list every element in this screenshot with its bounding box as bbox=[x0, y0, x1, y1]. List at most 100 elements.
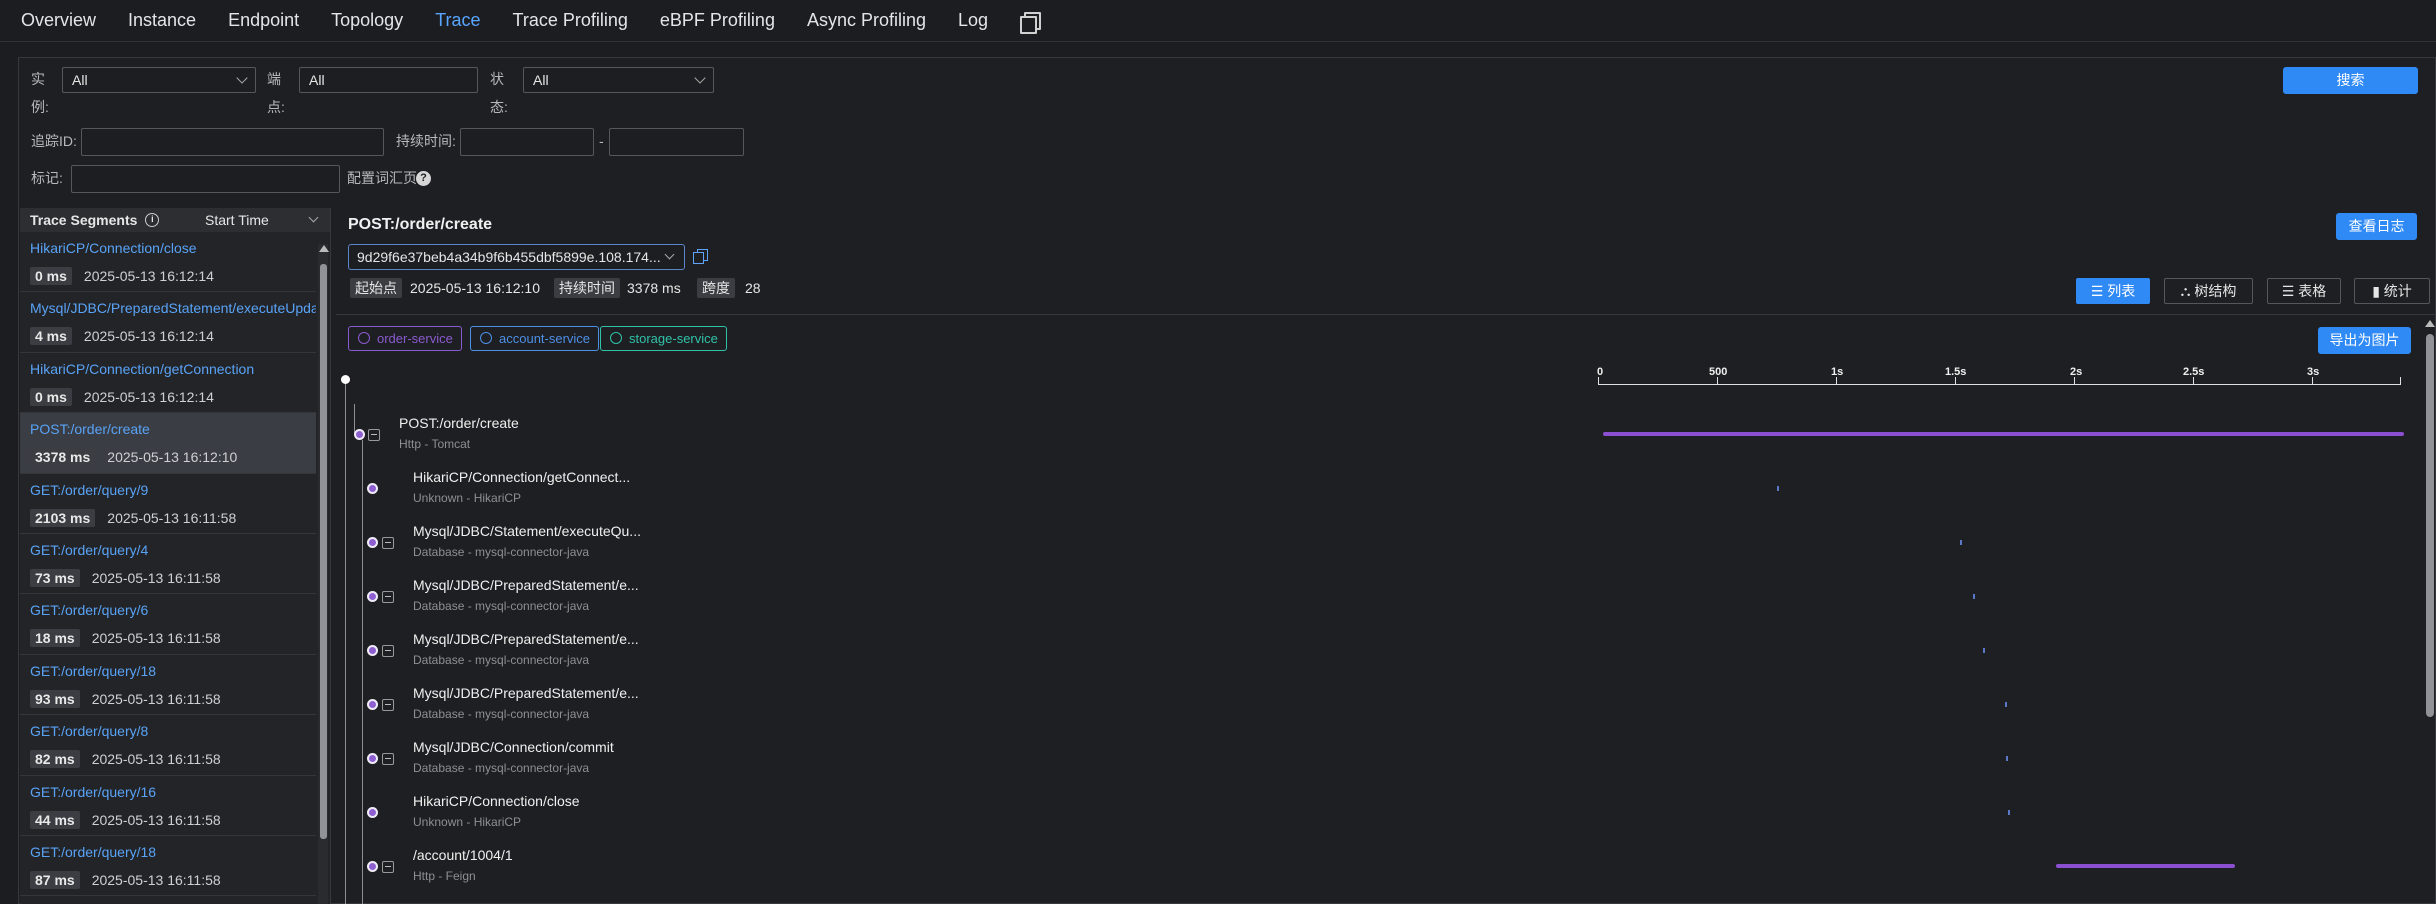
collapse-icon[interactable] bbox=[382, 645, 394, 657]
instance-select[interactable]: All bbox=[62, 67, 256, 93]
config-vocabulary-label[interactable]: 配置词汇页 bbox=[347, 165, 417, 192]
chevron-down-icon bbox=[694, 72, 706, 84]
copy-icon[interactable] bbox=[693, 249, 708, 264]
duration-min-input[interactable] bbox=[460, 128, 594, 156]
segment-time: 2025-05-13 16:11:58 bbox=[91, 569, 221, 586]
segment-time: 2025-05-13 16:12:14 bbox=[83, 388, 214, 405]
list-item[interactable]: GET:/order/query/4 73 ms 2025-05-13 16:11… bbox=[20, 534, 316, 595]
span-name[interactable]: Mysql/JDBC/Statement/executeQu... bbox=[413, 523, 641, 539]
view-tree-button[interactable]: ⛬ 树结构 bbox=[2164, 278, 2253, 304]
duration-max-input[interactable] bbox=[609, 128, 744, 156]
segment-name[interactable]: GET:/order/query/4 bbox=[30, 542, 316, 558]
detail-scrollbar[interactable] bbox=[2424, 320, 2436, 904]
collapse-icon[interactable] bbox=[382, 699, 394, 711]
tags-input[interactable] bbox=[71, 165, 340, 193]
tab-overview[interactable]: Overview bbox=[21, 10, 96, 31]
tab-ebpf-profiling[interactable]: eBPF Profiling bbox=[660, 10, 775, 31]
sort-select[interactable]: Start Time bbox=[205, 212, 269, 228]
list-item[interactable]: HikariCP/Connection/getConnection 0 ms 20… bbox=[20, 353, 316, 414]
scroll-thumb[interactable] bbox=[320, 264, 327, 839]
status-select[interactable]: All bbox=[523, 67, 714, 93]
list-item[interactable]: GET:/order/query/16 44 ms 2025-05-13 16:1… bbox=[20, 776, 316, 836]
endpoint-input[interactable]: All bbox=[299, 67, 478, 93]
tab-instance[interactable]: Instance bbox=[128, 10, 196, 31]
segment-name[interactable]: GET:/order/query/9 bbox=[30, 482, 316, 498]
duration-value: 3378 ms bbox=[627, 280, 681, 296]
span-dot bbox=[367, 753, 378, 764]
list-item[interactable]: GET:/order/query/8 82 ms 2025-05-13 16:11… bbox=[20, 715, 316, 776]
segment-name[interactable]: HikariCP/Connection/close bbox=[30, 240, 316, 256]
list-item[interactable]: POST:/order/create 3378 ms 2025-05-13 16:… bbox=[20, 413, 316, 474]
segment-name[interactable]: GET:/order/query/8 bbox=[30, 723, 316, 739]
tab-trace-profiling[interactable]: Trace Profiling bbox=[513, 10, 628, 31]
collapse-icon[interactable] bbox=[382, 861, 394, 873]
tab-endpoint[interactable]: Endpoint bbox=[228, 10, 299, 31]
segment-name[interactable]: GET:/order/query/18 bbox=[30, 663, 316, 679]
copy-icon[interactable] bbox=[1020, 11, 1042, 34]
circle-icon bbox=[358, 332, 370, 344]
axis-tick bbox=[2074, 377, 2075, 385]
list-item[interactable]: GET:/order/query/18 93 ms 2025-05-13 16:1… bbox=[20, 655, 316, 716]
span-name[interactable]: Mysql/JDBC/PreparedStatement/e... bbox=[413, 577, 639, 593]
view-stats-button[interactable]: ▮ 统计 bbox=[2354, 278, 2430, 304]
span-dot bbox=[367, 861, 378, 872]
tab-trace[interactable]: Trace bbox=[435, 10, 480, 31]
scroll-up-icon[interactable] bbox=[319, 245, 329, 252]
scroll-up-icon[interactable] bbox=[2425, 320, 2435, 327]
view-stats-label: 统计 bbox=[2383, 283, 2412, 299]
tab-async-profiling[interactable]: Async Profiling bbox=[807, 10, 926, 31]
collapse-icon[interactable] bbox=[382, 591, 394, 603]
segment-name[interactable]: POST:/order/create bbox=[30, 421, 316, 437]
list-item[interactable]: GET:/order/query/6 18 ms 2025-05-13 16:11… bbox=[20, 594, 316, 655]
span-name[interactable]: Mysql/JDBC/PreparedStatement/e... bbox=[413, 631, 639, 647]
help-icon[interactable]: ? bbox=[416, 171, 431, 186]
view-list-button[interactable]: ☰ 列表 bbox=[2076, 278, 2150, 304]
list-item[interactable]: HikariCP/Connection/close 0 ms 2025-05-13… bbox=[20, 232, 316, 293]
info-icon[interactable]: i bbox=[145, 213, 160, 227]
export-image-button[interactable]: 导出为图片 bbox=[2318, 327, 2411, 354]
duration-separator: - bbox=[599, 133, 604, 149]
span-bar bbox=[1777, 486, 1779, 491]
span-name[interactable]: HikariCP/Connection/getConnect... bbox=[413, 469, 630, 485]
segment-name[interactable]: GET:/order/query/16 bbox=[30, 784, 316, 800]
collapse-icon[interactable] bbox=[382, 537, 394, 549]
span-count-tag: 跨度 bbox=[697, 278, 735, 298]
span-name[interactable]: Mysql/JDBC/PreparedStatement/e... bbox=[413, 685, 639, 701]
service-tag-storage[interactable]: storage-service bbox=[600, 326, 727, 351]
span-name[interactable]: HikariCP/Connection/close bbox=[413, 793, 580, 809]
collapse-icon[interactable] bbox=[368, 429, 380, 441]
segments-scrollbar[interactable] bbox=[318, 244, 329, 904]
span-name[interactable]: Mysql/JDBC/Connection/commit bbox=[413, 739, 614, 755]
list-item[interactable]: Mysql/JDBC/PreparedStatement/executeUpda… bbox=[20, 292, 316, 353]
span-name[interactable]: POST:/order/create bbox=[399, 415, 519, 431]
span-bar bbox=[1983, 648, 1985, 653]
tab-log[interactable]: Log bbox=[958, 10, 988, 31]
search-button[interactable]: 搜索 bbox=[2283, 67, 2418, 94]
divider bbox=[336, 314, 2436, 315]
trace-id-input[interactable] bbox=[81, 128, 384, 156]
segment-time: 2025-05-13 16:11:58 bbox=[91, 751, 221, 768]
axis-tick-label: 2s bbox=[2070, 366, 2083, 378]
view-logs-button[interactable]: 查看日志 bbox=[2336, 213, 2417, 240]
tab-topology[interactable]: Topology bbox=[331, 10, 403, 31]
segment-name[interactable]: GET:/order/query/6 bbox=[30, 602, 316, 618]
service-tag-order[interactable]: order-service bbox=[348, 326, 462, 351]
view-table-button[interactable]: ☰ 表格 bbox=[2267, 278, 2341, 304]
span-name[interactable]: /account/1004/1 bbox=[413, 847, 513, 863]
duration-badge: 44 ms bbox=[30, 810, 80, 829]
collapse-icon[interactable] bbox=[382, 753, 394, 765]
list-item[interactable]: GET:/order/query/18 87 ms 2025-05-13 16:1… bbox=[20, 836, 316, 897]
segment-name[interactable]: GET:/order/query/18 bbox=[30, 844, 316, 860]
duration-badge: 2103 ms bbox=[30, 508, 96, 527]
segment-name[interactable]: Mysql/JDBC/PreparedStatement/executeUpda… bbox=[30, 300, 316, 316]
span-bar bbox=[1603, 432, 2404, 436]
list-item[interactable]: GET:/order/query/9 2103 ms 2025-05-13 16:… bbox=[20, 474, 316, 534]
scroll-thumb[interactable] bbox=[2426, 334, 2434, 717]
time-axis bbox=[1598, 384, 2401, 385]
trace-id-select[interactable]: 9d29f6e37beb4a34b9f6b455dbf5899e.108.174… bbox=[348, 244, 685, 270]
service-tag-account[interactable]: account-service bbox=[470, 326, 600, 351]
segment-time: 2025-05-13 16:12:14 bbox=[83, 328, 214, 345]
segment-name[interactable]: HikariCP/Connection/getConnection bbox=[30, 361, 316, 377]
chevron-down-icon[interactable] bbox=[308, 212, 319, 223]
service-name: storage-service bbox=[629, 331, 718, 346]
